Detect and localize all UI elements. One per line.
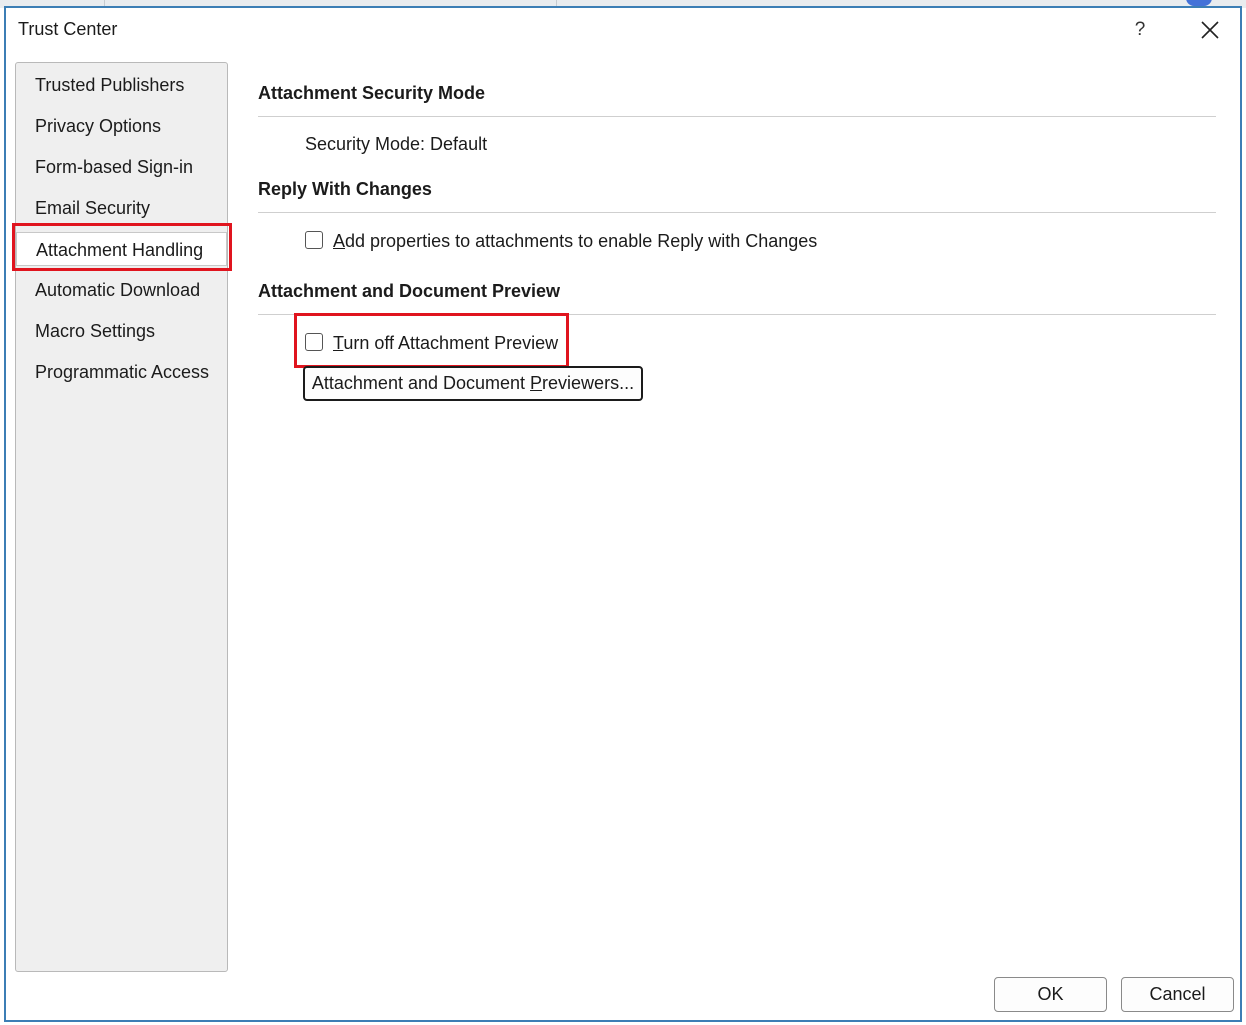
reply-with-changes-checkbox-row[interactable]: Add properties to attachments to enable … bbox=[305, 228, 825, 254]
cancel-button[interactable]: Cancel bbox=[1121, 977, 1234, 1012]
trust-center-dialog: Trust Center ? Trusted Publishers Privac… bbox=[4, 6, 1242, 1022]
ok-button[interactable]: OK bbox=[994, 977, 1107, 1012]
help-button[interactable]: ? bbox=[1124, 14, 1156, 46]
button-text: Attachment and Document bbox=[311, 373, 531, 393]
section-heading-reply-with-changes: Reply With Changes bbox=[258, 179, 432, 199]
turn-off-preview-label: Turn off Attachment Preview bbox=[333, 330, 558, 356]
label-text: urn off Attachment Preview bbox=[343, 333, 559, 353]
label-text: dd properties to attachments to enable R… bbox=[345, 231, 818, 251]
previewers-button[interactable]: Attachment and Document Previewers... bbox=[303, 366, 643, 401]
sidebar-item-programmatic-access[interactable]: Programmatic Access bbox=[16, 355, 227, 389]
reply-with-changes-checkbox[interactable] bbox=[305, 231, 323, 249]
close-icon bbox=[1201, 21, 1219, 39]
button-text: reviewers... bbox=[542, 373, 635, 393]
sidebar-item-privacy-options[interactable]: Privacy Options bbox=[16, 109, 227, 143]
mnemonic-letter: A bbox=[333, 231, 346, 251]
section-heading-security-mode: Attachment Security Mode bbox=[258, 83, 486, 103]
dialog-title: Trust Center bbox=[18, 19, 118, 39]
section-divider bbox=[258, 314, 1216, 315]
security-mode-text: Security Mode: Default bbox=[305, 134, 488, 154]
sidebar-item-automatic-download[interactable]: Automatic Download bbox=[16, 273, 227, 307]
turn-off-preview-checkbox[interactable] bbox=[305, 333, 323, 351]
section-divider bbox=[258, 116, 1216, 117]
sidebar-item-macro-settings[interactable]: Macro Settings bbox=[16, 314, 227, 348]
reply-with-changes-label: Add properties to attachments to enable … bbox=[333, 228, 817, 254]
sidebar-item-trusted-publishers[interactable]: Trusted Publishers bbox=[16, 68, 227, 102]
section-divider bbox=[258, 212, 1216, 213]
sidebar-item-attachment-handling[interactable]: Attachment Handling bbox=[16, 232, 227, 266]
sidebar-item-email-security[interactable]: Email Security bbox=[16, 191, 227, 225]
turn-off-preview-checkbox-row[interactable]: Turn off Attachment Preview bbox=[305, 330, 565, 356]
mnemonic-letter: P bbox=[530, 373, 543, 393]
close-button[interactable] bbox=[1192, 14, 1228, 46]
sidebar-nav: Trusted Publishers Privacy Options Form-… bbox=[15, 62, 228, 972]
sidebar-item-form-based-sign-in[interactable]: Form-based Sign-in bbox=[16, 150, 227, 184]
mnemonic-letter: T bbox=[333, 333, 344, 353]
section-heading-attachment-preview: Attachment and Document Preview bbox=[258, 281, 561, 301]
